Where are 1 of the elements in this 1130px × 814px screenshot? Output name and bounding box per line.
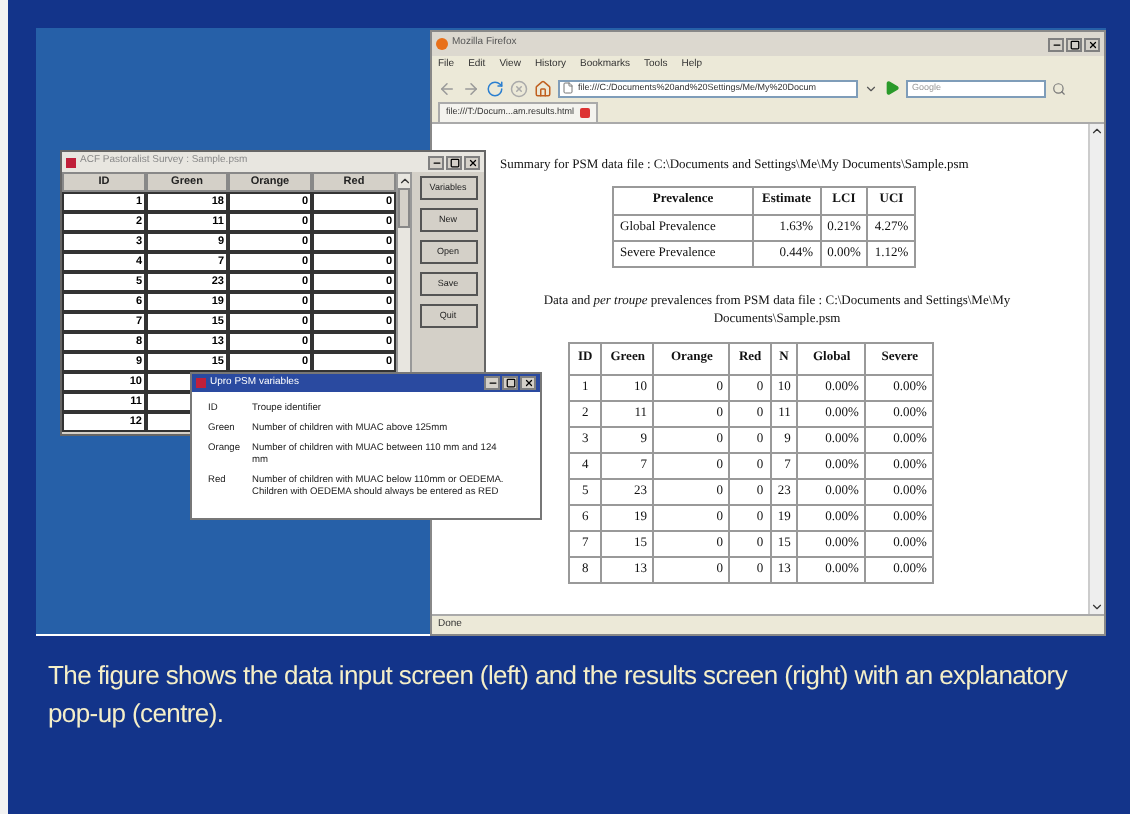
figure-caption: The figure shows the data input screen (left) and the results screen (right) with an explanatory pop-up (centre). xyxy=(48,658,1070,732)
